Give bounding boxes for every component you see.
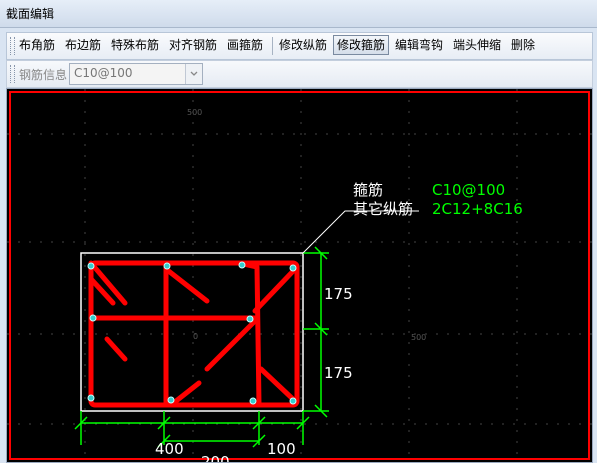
rebar-info-select[interactable]: C10@100 (69, 63, 203, 85)
chevron-down-icon (190, 71, 198, 76)
modify-stirrup-button[interactable]: 修改箍筋 (333, 35, 390, 55)
grid-label-origin: 0 (193, 332, 198, 341)
dim-bottom-100-text: 100 (267, 440, 296, 458)
legend-stirrup-value: C10@100 (432, 181, 505, 199)
modify-longitudinal-rebar-button[interactable]: 修改纵筋 (277, 36, 329, 54)
dim-right-bottom-text: 175 (324, 364, 353, 382)
grid-label-right: 500 (411, 333, 426, 342)
edit-hook-button[interactable]: 编辑弯钩 (393, 36, 445, 54)
grid-label-top: 500 (187, 108, 202, 117)
place-edge-rebar-button[interactable]: 布边筋 (63, 36, 103, 54)
dim-right-top-text: 175 (324, 285, 353, 303)
draw-stirrup-button[interactable]: 画箍筋 (225, 36, 265, 54)
window-titlebar: 截面编辑 (0, 0, 597, 28)
rebar-info-value: C10@100 (74, 66, 133, 80)
rebar-info-bar: 钢筋信息 C10@100 (6, 60, 593, 88)
align-rebar-button[interactable]: 对齐钢筋 (167, 36, 219, 54)
section-toolbar: 布角筋 布边筋 特殊布筋 对齐钢筋 画箍筋 修改纵筋 修改箍筋 编辑弯钩 端头伸… (6, 32, 593, 60)
end-extend-button[interactable]: 端头伸缩 (451, 36, 503, 54)
window-title: 截面编辑 (6, 7, 55, 21)
place-corner-rebar-button[interactable]: 布角筋 (17, 36, 57, 54)
toolbar-grip[interactable] (10, 65, 15, 83)
legend-longitudinal-value: 2C12+8C16 (432, 200, 523, 218)
rebar-info-label: 钢筋信息 (19, 68, 68, 82)
section-drawing[interactable]: 500 500 0 175 175 400 100 200 箍筋 其它纵筋 C1… (7, 89, 592, 462)
legend-longitudinal-name: 其它纵筋 (353, 200, 413, 218)
legend-stirrup-name: 箍筋 (353, 181, 383, 199)
special-rebar-button[interactable]: 特殊布筋 (109, 36, 161, 54)
dropdown-button[interactable] (185, 64, 202, 84)
delete-button[interactable]: 删除 (509, 36, 537, 54)
toolbar-grip[interactable] (10, 37, 15, 55)
section-canvas[interactable]: 500 500 0 175 175 400 100 200 箍筋 其它纵筋 C1… (6, 88, 593, 463)
toolbar-separator (272, 37, 273, 55)
dim-bottom-400-text: 400 (155, 440, 184, 458)
